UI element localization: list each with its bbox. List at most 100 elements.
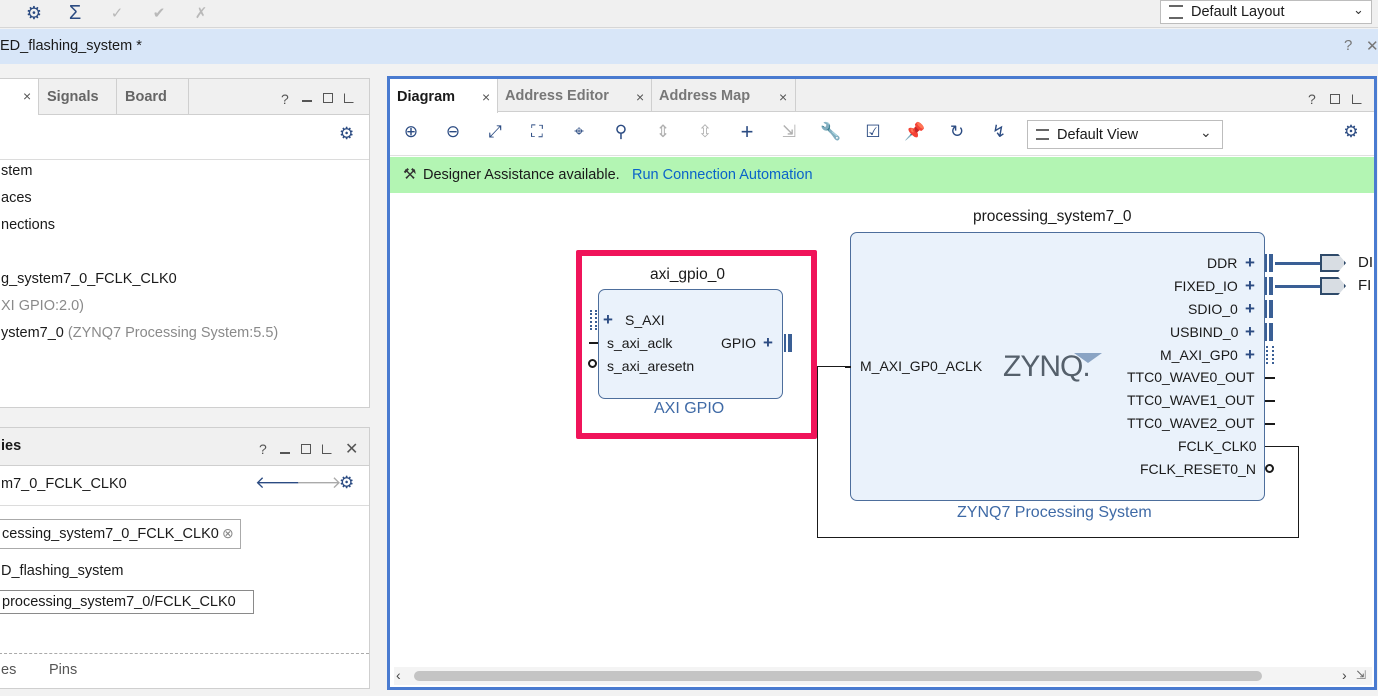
- help-icon[interactable]: ?: [259, 441, 267, 457]
- search-icon[interactable]: ⚲: [609, 120, 633, 144]
- ddr-bus-pin[interactable]: [1265, 254, 1273, 272]
- close-icon[interactable]: ×: [23, 88, 31, 104]
- tab-address-map[interactable]: Address Map ×: [652, 79, 796, 111]
- zoom-out-icon[interactable]: ⊖: [441, 120, 465, 144]
- add-ip-icon[interactable]: +: [735, 119, 759, 144]
- s-axi-aresetn-pin[interactable]: [588, 359, 597, 368]
- port-ttc0-wave2-out: TTC0_WAVE2_OUT: [1127, 415, 1255, 431]
- expand-port-icon[interactable]: +: [1245, 299, 1255, 319]
- selected-object-name: m7_0_FCLK_CLK0: [1, 476, 127, 492]
- tree-item-interfaces[interactable]: aces: [1, 190, 32, 206]
- fixed-io-bus-pin[interactable]: [1265, 277, 1273, 295]
- maximize-icon[interactable]: [301, 444, 311, 454]
- tab-signals[interactable]: Signals: [39, 79, 117, 115]
- maximize-icon[interactable]: [323, 93, 333, 103]
- divider: [0, 653, 369, 654]
- close-icon[interactable]: ✕: [345, 439, 358, 459]
- minimize-icon[interactable]: [280, 452, 290, 454]
- expand-port-icon[interactable]: +: [1245, 345, 1255, 365]
- ttc0-wave2-pin[interactable]: [1265, 423, 1275, 425]
- minimize-icon[interactable]: [302, 100, 312, 102]
- checkmark-double-icon[interactable]: ✔: [147, 2, 171, 24]
- usbind-bus-pin[interactable]: [1265, 323, 1273, 341]
- back-arrow-icon[interactable]: 🡐: [255, 473, 301, 493]
- zoom-in-icon[interactable]: ⊕: [399, 120, 423, 144]
- gpio-bus-pin[interactable]: [784, 334, 792, 352]
- zoom-area-icon[interactable]: ⛶: [525, 120, 549, 144]
- port-fixed-io: FIXED_IO: [1174, 278, 1238, 294]
- forward-arrow-icon[interactable]: 🡒: [296, 473, 342, 493]
- wire-clk-bottom: [817, 537, 1299, 538]
- float-icon[interactable]: [322, 444, 332, 454]
- close-icon[interactable]: ×: [482, 89, 490, 105]
- pin-icon[interactable]: 📌: [903, 120, 927, 144]
- tab-board[interactable]: Board: [117, 79, 189, 115]
- expand-port-icon[interactable]: +: [1245, 322, 1255, 342]
- expand-icon[interactable]: ⇳: [693, 120, 717, 144]
- scroll-left-icon[interactable]: ‹: [396, 667, 401, 683]
- layout-icon: [1169, 5, 1183, 19]
- view-select[interactable]: Default View ⌄: [1027, 120, 1223, 149]
- resize-corner-icon[interactable]: ⇲: [1356, 668, 1366, 682]
- scroll-right-icon[interactable]: ›: [1342, 667, 1347, 683]
- tab-address-editor[interactable]: Address Editor ×: [498, 79, 652, 111]
- expand-port-icon[interactable]: +: [1245, 253, 1255, 273]
- m-axi-gp0-bus-pin[interactable]: [1266, 346, 1274, 364]
- close-icon[interactable]: ✕: [1366, 37, 1378, 55]
- float-icon[interactable]: [1352, 94, 1362, 104]
- cross-icon[interactable]: ✗: [189, 2, 213, 24]
- s-axi-bus-pin[interactable]: [590, 310, 597, 330]
- horizontal-scrollbar[interactable]: ‹ › ⇲: [394, 667, 1372, 685]
- tree-item-fclk-net[interactable]: g_system7_0_FCLK_CLK0: [1, 271, 177, 287]
- s-axi-aclk-pin[interactable]: [589, 342, 598, 344]
- net-name-input[interactable]: cessing_system7_0_FCLK_CLK0 ⊗: [0, 519, 241, 549]
- tab-properties[interactable]: es: [1, 662, 16, 678]
- wrench-icon[interactable]: 🔧: [819, 120, 843, 144]
- tree-item-ps7[interactable]: ystem7_0 (ZYNQ7 Processing System:5.5): [1, 325, 278, 341]
- gear-icon[interactable]: ⚙: [1339, 120, 1363, 144]
- help-icon[interactable]: ?: [1344, 37, 1352, 54]
- expand-port-icon[interactable]: +: [603, 310, 613, 330]
- tab-hierarchy[interactable]: ×: [0, 79, 39, 115]
- fclk-reset-pin[interactable]: [1265, 464, 1274, 473]
- float-icon[interactable]: [344, 93, 354, 103]
- zoom-fit-icon[interactable]: ⤢: [483, 120, 507, 144]
- make-external-icon[interactable]: ⇲: [777, 120, 801, 144]
- sigma-icon[interactable]: Σ: [63, 2, 87, 24]
- tree-item-connections[interactable]: nections: [1, 217, 55, 233]
- gear-icon[interactable]: ⚙: [339, 473, 354, 493]
- diagram-tabbar: Diagram × Address Editor × Address Map ×…: [390, 79, 1374, 113]
- expand-port-icon[interactable]: +: [763, 333, 773, 353]
- tree-item-system[interactable]: stem: [1, 163, 32, 179]
- sdio-bus-pin[interactable]: [1265, 300, 1273, 318]
- ttc0-wave0-pin[interactable]: [1265, 377, 1275, 379]
- select-center-icon[interactable]: ⌖: [567, 120, 591, 144]
- m-axi-gp0-aclk-pin[interactable]: [845, 366, 851, 368]
- tree-item-axi-gpio[interactable]: XI GPIO:2.0): [1, 298, 84, 314]
- run-connection-automation-link[interactable]: Run Connection Automation: [632, 167, 813, 183]
- collapse-icon[interactable]: ⇕: [651, 120, 675, 144]
- gpio-block-type: AXI GPIO: [654, 400, 725, 417]
- port-fclk-reset0-n: FCLK_RESET0_N: [1140, 461, 1256, 477]
- clear-icon[interactable]: ⊗: [222, 525, 234, 542]
- gear-icon[interactable]: ⚙: [339, 124, 354, 144]
- help-icon[interactable]: ?: [281, 91, 289, 107]
- gear-icon[interactable]: ⚙: [22, 2, 46, 24]
- layout-select[interactable]: Default Layout ⌄: [1160, 0, 1372, 24]
- checkmark-icon[interactable]: ✓: [105, 2, 129, 24]
- expand-port-icon[interactable]: +: [1245, 276, 1255, 296]
- scrollbar-thumb[interactable]: [414, 671, 1262, 681]
- close-icon[interactable]: ×: [636, 89, 644, 105]
- refresh-icon[interactable]: ↻: [945, 120, 969, 144]
- tab-pins[interactable]: Pins: [49, 662, 77, 678]
- net-name-value: cessing_system7_0_FCLK_CLK0: [2, 526, 219, 542]
- ttc0-wave1-pin[interactable]: [1265, 400, 1275, 402]
- close-icon[interactable]: ×: [779, 89, 787, 105]
- tab-diagram[interactable]: Diagram ×: [390, 79, 498, 113]
- regenerate-layout-icon[interactable]: ↯: [987, 120, 1011, 144]
- maximize-icon[interactable]: [1330, 94, 1340, 104]
- net-path-field[interactable]: processing_system7_0/FCLK_CLK0: [0, 590, 254, 614]
- validate-icon[interactable]: ☑: [861, 120, 885, 144]
- help-icon[interactable]: ?: [1308, 91, 1316, 107]
- fixed-io-external-port-label: FI: [1358, 277, 1372, 294]
